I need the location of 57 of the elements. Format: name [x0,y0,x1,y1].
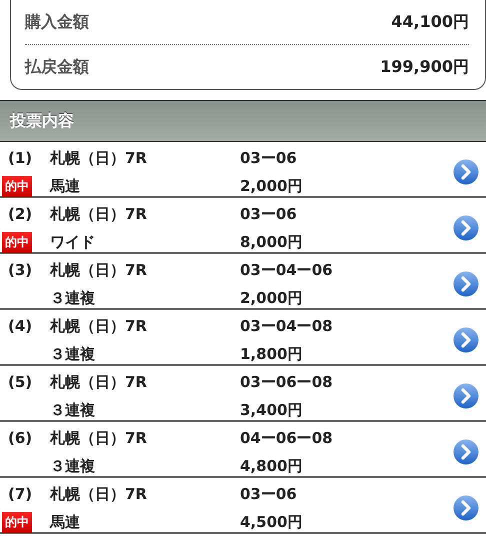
bet-number: (2) [7,205,34,223]
chevron-button-icon[interactable] [451,325,481,355]
race-name: 札幌（日）7R [48,260,148,280]
summary-value: 199,900円 [380,56,469,78]
bet-amount: 2,000円 [240,176,304,196]
chevron-button-icon[interactable] [451,493,481,523]
bet-amount: 4,800円 [240,456,304,476]
bet-type: ３連複 [49,288,96,308]
bet-combination: 03ー04ー06 [240,260,334,280]
section-title: 投票内容 [10,110,74,132]
bet-amount: 1,800円 [240,344,304,364]
bet-number: (1) [7,149,34,167]
race-name: 札幌（日）7R [48,204,148,224]
chevron-button-icon[interactable] [451,213,481,243]
bet-row[interactable]: (4) 札幌（日）7R 03ー04ー08 ３連複 1,800円 [0,310,486,366]
race-name: 札幌（日）7R [48,484,148,504]
summary-value: 44,100円 [391,12,469,32]
bet-combination: 03ー04ー08 [240,316,334,336]
bet-row[interactable]: (6) 札幌（日）7R 04ー06ー08 ３連複 4,800円 [0,422,486,478]
bet-type: 馬連 [48,512,81,532]
bet-combination: 03ー06 [240,204,298,224]
race-name: 札幌（日）7R [48,372,148,392]
summary-label: 払戻金額 [25,56,89,78]
bet-row[interactable]: (3) 札幌（日）7R 03ー04ー06 ３連複 2,000円 [0,254,486,310]
bet-row[interactable]: (5) 札幌（日）7R 03ー06ー08 ３連複 3,400円 [0,366,486,422]
bet-type: 馬連 [48,176,81,196]
bet-amount: 3,400円 [240,400,304,420]
bet-type: ３連複 [49,344,96,364]
bet-row[interactable]: (2) 札幌（日）7R 03ー06 的中 ワイド 8,000円 [0,198,486,254]
bet-combination: 04ー06ー08 [240,428,334,448]
hit-badge: 的中 [2,176,32,196]
bet-type: ３連複 [49,456,96,476]
bet-number: (5) [7,373,34,391]
bet-amount: 8,000円 [240,232,304,252]
bet-number: (6) [7,429,34,447]
bet-row[interactable]: (7) 札幌（日）7R 03ー06 的中 馬連 4,500円 [0,478,486,534]
bet-number: (7) [7,485,34,503]
bet-amount: 2,000円 [240,288,304,308]
bet-combination: 03ー06 [240,484,298,504]
chevron-button-icon[interactable] [451,437,481,467]
hit-badge: 的中 [2,512,32,532]
chevron-button-icon[interactable] [451,269,481,299]
bet-number: (4) [7,317,34,335]
race-name: 札幌（日）7R [48,428,148,448]
hit-badge: 的中 [2,232,32,252]
bet-combination: 03ー06ー08 [240,372,334,392]
race-name: 札幌（日）7R [48,148,148,168]
summary-label: 購入金額 [25,12,89,32]
bet-amount: 4,500円 [240,512,304,532]
bet-combination: 03ー06 [240,148,298,168]
bet-type: ３連複 [49,400,96,420]
chevron-button-icon[interactable] [451,157,481,187]
bet-number: (3) [7,261,34,279]
race-name: 札幌（日）7R [48,316,148,336]
bet-row[interactable]: (1) 札幌（日）7R 03ー06 的中 馬連 2,000円 [0,142,486,198]
bet-type: ワイド [49,232,96,252]
chevron-button-icon[interactable] [451,381,481,411]
